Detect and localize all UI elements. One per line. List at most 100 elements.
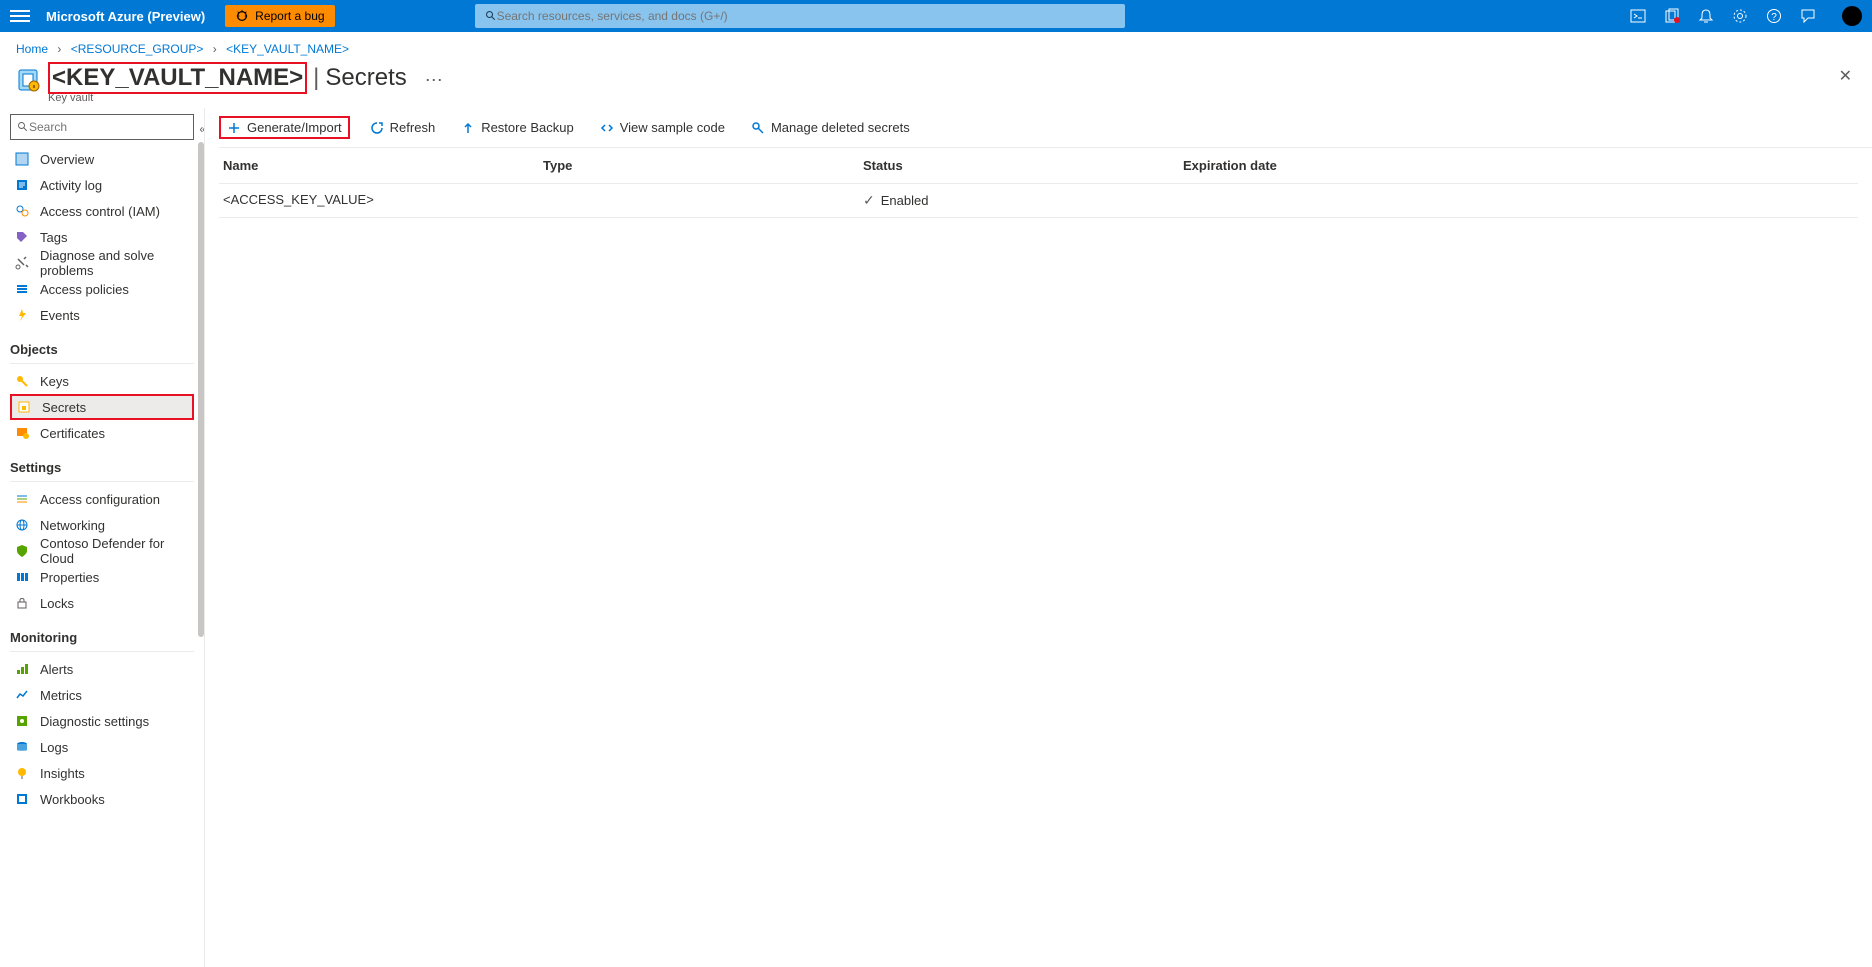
section-objects: Objects: [10, 342, 194, 357]
cell-status: ✓ Enabled: [863, 192, 1183, 209]
cell-type: [543, 192, 863, 209]
sidebar-item-networking[interactable]: Networking: [10, 512, 194, 538]
sidebar-item-workbooks[interactable]: Workbooks: [10, 786, 194, 812]
sidebar: « Overview Activity log Access control (…: [0, 108, 205, 967]
search-icon: [485, 10, 497, 22]
iam-icon: [14, 203, 30, 219]
breadcrumb-rg[interactable]: <RESOURCE_GROUP>: [71, 42, 204, 56]
workbooks-icon: [14, 791, 30, 807]
toolbar: Generate/Import Refresh Restore Backup V…: [219, 108, 1872, 148]
sidebar-item-diagnose[interactable]: Diagnose and solve problems: [10, 250, 194, 276]
properties-icon: [14, 569, 30, 585]
menu-icon[interactable]: [10, 10, 30, 22]
sidebar-item-keys[interactable]: Keys: [10, 368, 194, 394]
sidebar-item-locks[interactable]: Locks: [10, 590, 194, 616]
page-title: <KEY_VAULT_NAME>: [48, 62, 307, 94]
plus-icon: [227, 121, 241, 135]
defender-icon: [14, 543, 30, 559]
table-header: Name Type Status Expiration date: [219, 148, 1858, 184]
col-header-type[interactable]: Type: [543, 158, 863, 173]
sidebar-search-input[interactable]: [29, 120, 187, 134]
keys-icon: [14, 373, 30, 389]
sidebar-item-diagnostic-settings[interactable]: Diagnostic settings: [10, 708, 194, 734]
section-settings: Settings: [10, 460, 194, 475]
sidebar-item-defender[interactable]: Contoso Defender for Cloud: [10, 538, 194, 564]
key-vault-icon: [16, 68, 40, 92]
sidebar-item-insights[interactable]: Insights: [10, 760, 194, 786]
access-config-icon: [14, 491, 30, 507]
view-sample-code-button[interactable]: View sample code: [594, 116, 731, 139]
more-icon[interactable]: ⋯: [425, 70, 443, 91]
sidebar-item-overview[interactable]: Overview: [10, 146, 194, 172]
sidebar-search[interactable]: [10, 114, 194, 140]
sidebar-item-logs[interactable]: Logs: [10, 734, 194, 760]
brand-label[interactable]: Microsoft Azure (Preview): [46, 9, 205, 24]
collapse-sidebar-icon[interactable]: «: [199, 122, 205, 136]
events-icon: [14, 307, 30, 323]
policies-icon: [14, 281, 30, 297]
svg-text:?: ?: [1771, 12, 1777, 23]
cell-expiration: [1183, 192, 1854, 209]
metrics-icon: [14, 687, 30, 703]
top-icons: ?: [1630, 6, 1862, 26]
directories-icon[interactable]: [1664, 8, 1680, 24]
insights-icon: [14, 765, 30, 781]
secrets-icon: [16, 399, 32, 415]
key-icon: [751, 121, 765, 135]
search-icon: [17, 121, 29, 133]
page-header: <KEY_VAULT_NAME> | Secrets ⋯ Key vault ✕: [0, 62, 1872, 108]
col-header-expiration[interactable]: Expiration date: [1183, 158, 1854, 173]
sidebar-item-metrics[interactable]: Metrics: [10, 682, 194, 708]
cell-name: <ACCESS_KEY_VALUE>: [223, 192, 543, 209]
section-monitoring: Monitoring: [10, 630, 194, 645]
refresh-button[interactable]: Refresh: [364, 116, 442, 139]
overview-icon: [14, 151, 30, 167]
page-subtitle-section: Secrets: [325, 64, 406, 92]
global-search-input[interactable]: [497, 9, 1115, 23]
breadcrumb-kv[interactable]: <KEY_VAULT_NAME>: [226, 42, 349, 56]
breadcrumb: Home › <RESOURCE_GROUP> › <KEY_VAULT_NAM…: [0, 32, 1872, 62]
restore-backup-button[interactable]: Restore Backup: [455, 116, 580, 139]
manage-deleted-button[interactable]: Manage deleted secrets: [745, 116, 916, 139]
sidebar-item-events[interactable]: Events: [10, 302, 194, 328]
sidebar-scrollbar[interactable]: [196, 142, 204, 967]
check-icon: ✓: [863, 192, 875, 209]
close-icon[interactable]: ✕: [1839, 66, 1852, 86]
notifications-icon[interactable]: [1698, 8, 1714, 24]
table-row[interactable]: <ACCESS_KEY_VALUE> ✓ Enabled: [219, 184, 1858, 218]
alerts-icon: [14, 661, 30, 677]
sidebar-item-tags[interactable]: Tags: [10, 224, 194, 250]
sidebar-item-properties[interactable]: Properties: [10, 564, 194, 590]
sidebar-item-secrets[interactable]: Secrets: [10, 394, 194, 420]
diagnostic-settings-icon: [14, 713, 30, 729]
upload-icon: [461, 121, 475, 135]
sidebar-item-access-config[interactable]: Access configuration: [10, 486, 194, 512]
breadcrumb-home[interactable]: Home: [16, 42, 48, 56]
networking-icon: [14, 517, 30, 533]
global-search[interactable]: [475, 4, 1125, 28]
sidebar-item-certificates[interactable]: Certificates: [10, 420, 194, 446]
chevron-right-icon: ›: [57, 42, 61, 56]
feedback-icon[interactable]: [1800, 8, 1816, 24]
top-bar: Microsoft Azure (Preview) Report a bug ?: [0, 0, 1872, 32]
generate-import-button[interactable]: Generate/Import: [219, 116, 350, 139]
col-header-status[interactable]: Status: [863, 158, 1183, 173]
sidebar-item-access-policies[interactable]: Access policies: [10, 276, 194, 302]
settings-icon[interactable]: [1732, 8, 1748, 24]
logs-icon: [14, 739, 30, 755]
sidebar-item-access-control[interactable]: Access control (IAM): [10, 198, 194, 224]
bug-icon: [235, 9, 249, 23]
report-bug-button[interactable]: Report a bug: [225, 5, 334, 27]
diagnose-icon: [14, 255, 30, 271]
refresh-icon: [370, 121, 384, 135]
help-icon[interactable]: ?: [1766, 8, 1782, 24]
locks-icon: [14, 595, 30, 611]
certificates-icon: [14, 425, 30, 441]
col-header-name[interactable]: Name: [223, 158, 543, 173]
user-avatar[interactable]: [1842, 6, 1862, 26]
cloud-shell-icon[interactable]: [1630, 8, 1646, 24]
main-content: Generate/Import Refresh Restore Backup V…: [205, 108, 1872, 967]
tags-icon: [14, 229, 30, 245]
sidebar-item-activity-log[interactable]: Activity log: [10, 172, 194, 198]
sidebar-item-alerts[interactable]: Alerts: [10, 656, 194, 682]
